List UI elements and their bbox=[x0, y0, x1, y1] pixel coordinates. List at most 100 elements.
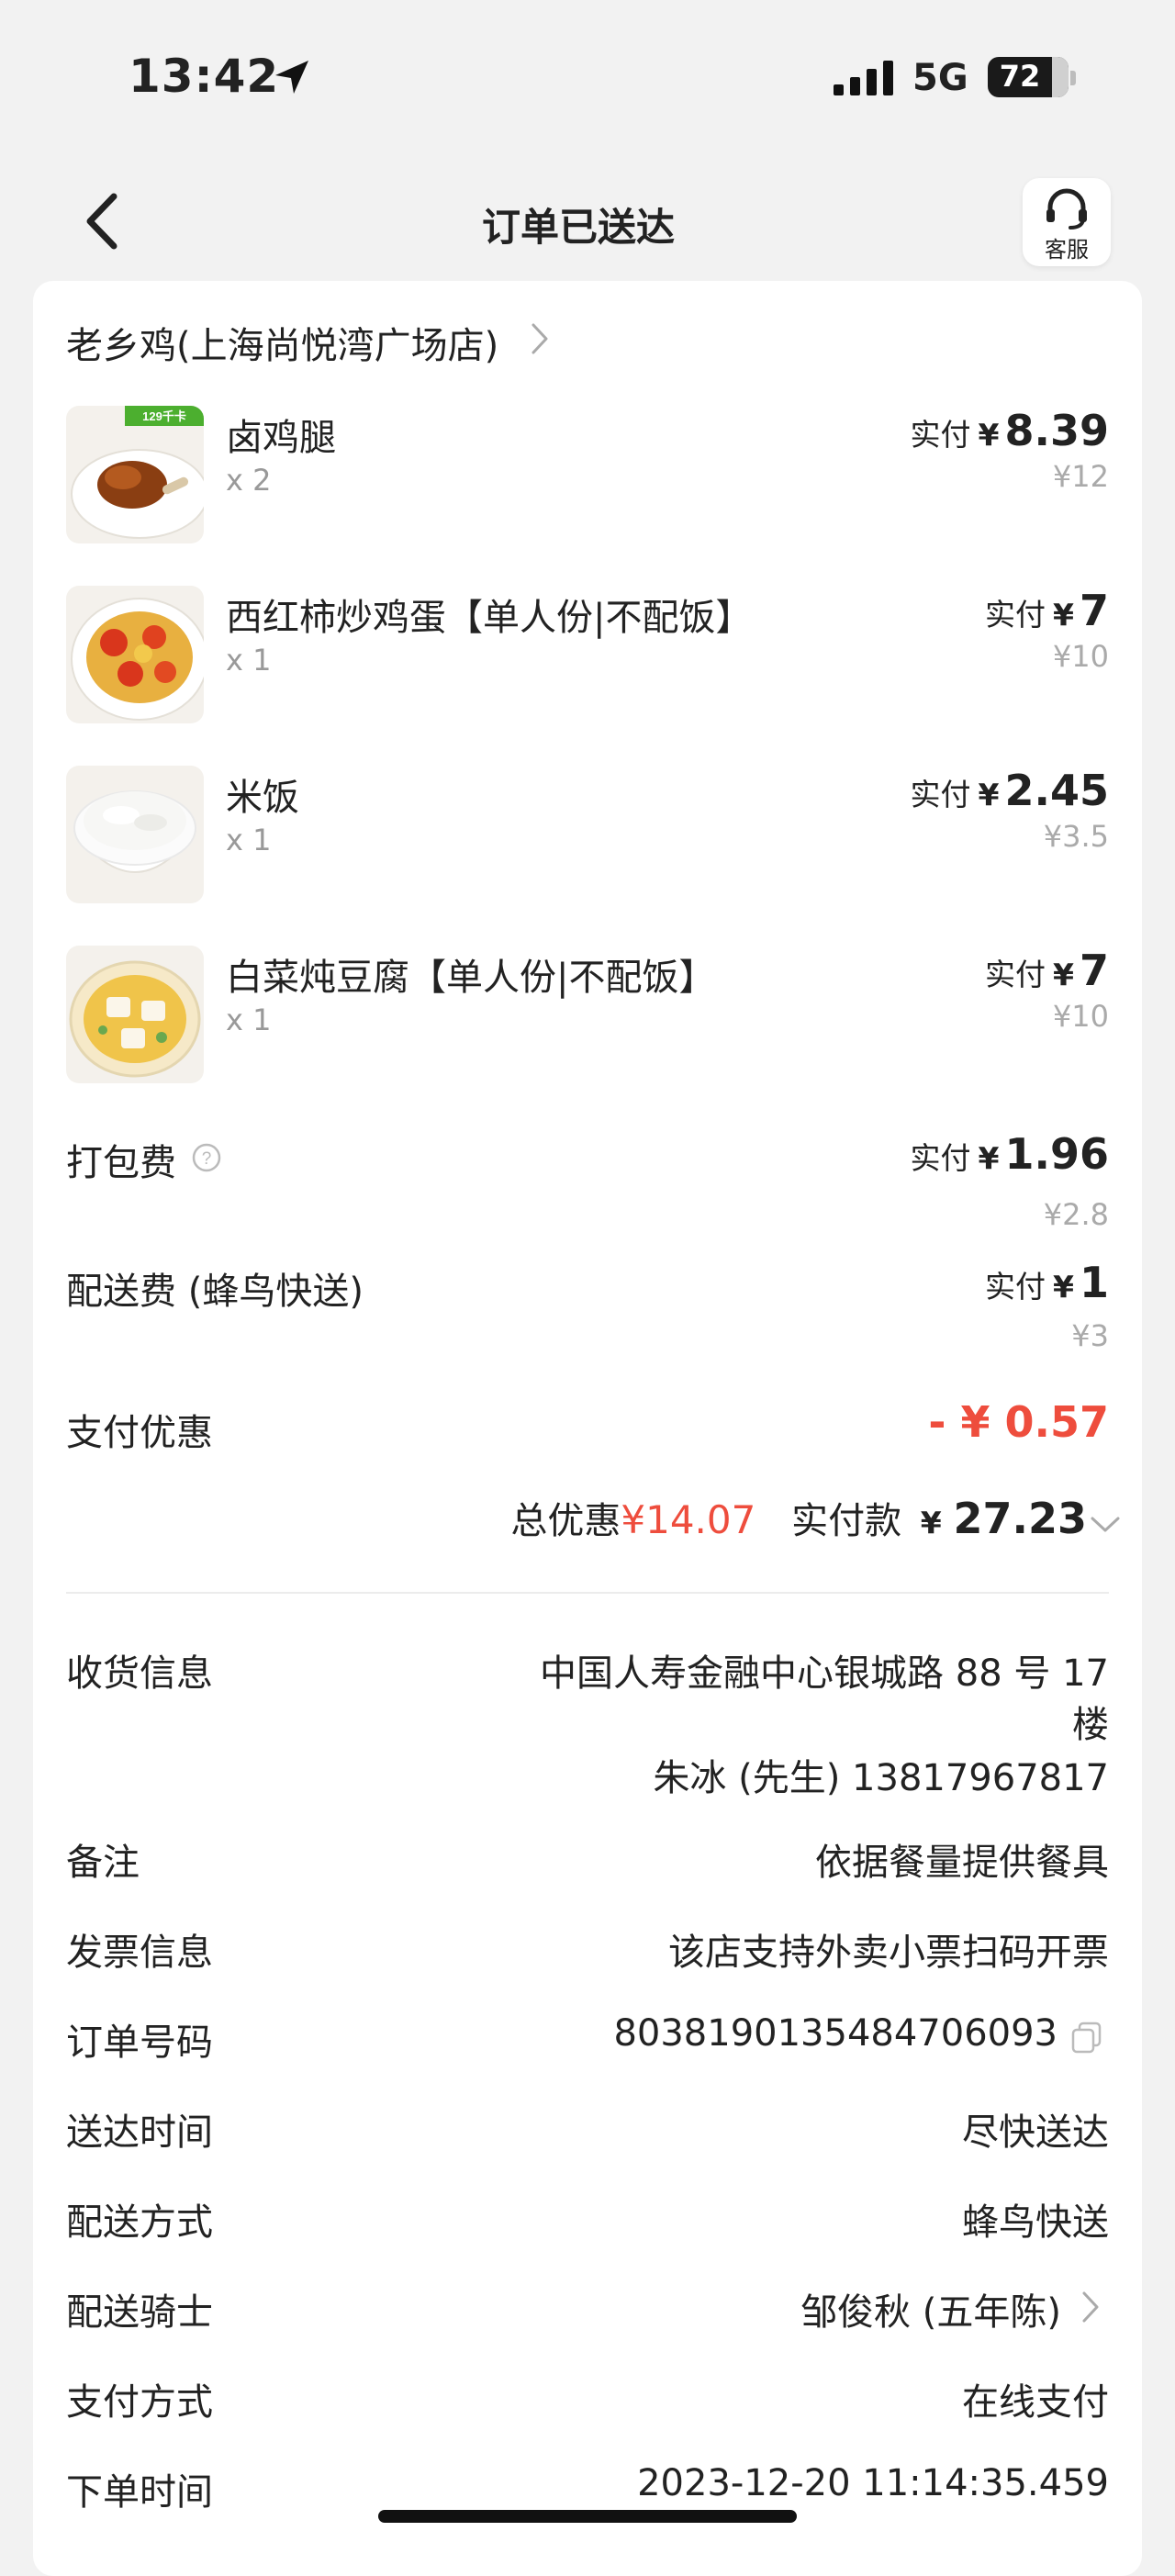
payment-discount-label: 支付优惠 bbox=[66, 1412, 213, 1454]
delivery-fee-label: 配送费 (蜂鸟快送) bbox=[66, 1271, 364, 1313]
nav-bar: 订单已送达 客服 bbox=[0, 156, 1175, 285]
item-name: 白菜炖豆腐【单人份|不配饭】 bbox=[226, 957, 716, 999]
calorie-badge: 129千卡 bbox=[142, 409, 186, 423]
food-image: 129千卡 bbox=[66, 406, 204, 543]
status-bar: 13:42 5G 72 bbox=[0, 0, 1175, 156]
item-name: 西红柿炒鸡蛋【单人份|不配饭】 bbox=[226, 597, 753, 639]
signal-icon bbox=[834, 61, 893, 95]
food-image bbox=[66, 766, 204, 903]
total-discount-value: ¥14.07 bbox=[621, 1497, 756, 1542]
invoice-value: 该店支持外卖小票扫码开票 bbox=[668, 1932, 1109, 1974]
food-image bbox=[66, 946, 204, 1083]
delivery-method-value: 蜂鸟快送 bbox=[962, 2201, 1109, 2244]
paid-total-label: 实付款 bbox=[791, 1500, 902, 1542]
currency-symbol: ¥ bbox=[920, 1505, 942, 1540]
order-item: 米饭 x 1 实付 ¥2.45 ¥3.5 bbox=[33, 766, 1142, 913]
original-price: ¥10 bbox=[1052, 999, 1109, 1034]
divider bbox=[66, 1592, 1109, 1594]
order-number-value: 8038190135484706093 bbox=[613, 2012, 1058, 2055]
invoice-label: 发票信息 bbox=[66, 1932, 213, 1974]
original-price: ¥3.5 bbox=[1043, 819, 1109, 854]
payment-discount-value: - ¥ 0.57 bbox=[928, 1397, 1109, 1447]
item-quantity: x 1 bbox=[226, 823, 272, 857]
original-price: ¥10 bbox=[1052, 639, 1109, 674]
currency-symbol: ¥ bbox=[978, 417, 1000, 453]
address-label: 收货信息 bbox=[66, 1652, 213, 1695]
paid-value: 8.39 bbox=[1004, 406, 1110, 455]
delivery-time-label: 送达时间 bbox=[66, 2111, 213, 2154]
paid-label: 实付 bbox=[985, 957, 1046, 992]
paid-label: 实付 bbox=[985, 1269, 1046, 1305]
chevron-right-icon[interactable] bbox=[529, 321, 551, 356]
currency-symbol: ¥ bbox=[978, 777, 1000, 812]
delivery-time-value: 尽快送达 bbox=[962, 2111, 1109, 2154]
battery-icon: 72 bbox=[988, 57, 1069, 97]
order-totals[interactable]: 总优惠¥14.07 实付款 ¥ 27.23 bbox=[510, 1491, 1087, 1544]
item-name: 卤鸡腿 bbox=[226, 417, 336, 459]
item-paid-price: 实付 ¥7 bbox=[985, 946, 1109, 995]
original-price: ¥12 bbox=[1052, 459, 1109, 494]
item-paid-price: 实付 ¥7 bbox=[985, 586, 1109, 635]
paid-value: 7 bbox=[1079, 586, 1109, 635]
chevron-down-icon[interactable] bbox=[1089, 1515, 1122, 1535]
remark-value: 依据餐量提供餐具 bbox=[815, 1842, 1109, 1884]
item-quantity: x 1 bbox=[226, 1002, 272, 1037]
order-number-label: 订单号码 bbox=[66, 2022, 213, 2064]
chevron-right-icon[interactable] bbox=[1080, 2290, 1102, 2324]
paid-value: 2.45 bbox=[1004, 766, 1110, 815]
order-item: 西红柿炒鸡蛋【单人份|不配饭】 x 1 实付 ¥7 ¥10 bbox=[33, 586, 1142, 733]
help-circle-icon[interactable]: ? bbox=[191, 1142, 222, 1173]
order-item: 129千卡 卤鸡腿 x 2 实付 ¥8.39 ¥12 bbox=[33, 406, 1142, 553]
paid-value: 7 bbox=[1079, 946, 1109, 995]
order-time-value: 2023-12-20 11:14:35.459 bbox=[637, 2462, 1109, 2504]
paid-value: 1.96 bbox=[1004, 1129, 1110, 1179]
home-indicator[interactable] bbox=[378, 2510, 797, 2523]
network-type: 5G bbox=[912, 57, 968, 99]
item-quantity: x 2 bbox=[226, 463, 272, 498]
copy-icon[interactable] bbox=[1069, 2020, 1105, 2056]
currency-symbol: ¥ bbox=[1053, 957, 1074, 992]
order-item: 白菜炖豆腐【单人份|不配饭】 x 1 实付 ¥7 ¥10 bbox=[33, 946, 1142, 1092]
item-name: 米饭 bbox=[226, 777, 299, 819]
currency-symbol: ¥ bbox=[978, 1140, 1000, 1176]
paid-value: 1 bbox=[1079, 1258, 1109, 1307]
order-detail-card: 老乡鸡(上海尚悦湾广场店) 129千卡 卤鸡腿 x 2 实付¥8.39 ¥12 bbox=[33, 281, 1142, 2576]
order-time-label: 下单时间 bbox=[66, 2471, 213, 2514]
location-arrow-icon bbox=[275, 61, 308, 94]
item-quantity: x 1 bbox=[226, 643, 272, 678]
food-image bbox=[66, 586, 204, 723]
rider-value[interactable]: 邹俊秋 (五年陈) bbox=[800, 2282, 1061, 2335]
status-time: 13:42 bbox=[129, 50, 280, 103]
delivery-fee-paid: 实付 ¥1 bbox=[985, 1258, 1109, 1307]
paid-label: 实付 bbox=[910, 777, 971, 812]
address-line1: 中国人寿金融中心银城路 88 号 17 bbox=[540, 1652, 1109, 1695]
headset-icon bbox=[1046, 188, 1087, 230]
customer-service-label: 客服 bbox=[1045, 237, 1089, 263]
rider-label: 配送骑士 bbox=[66, 2291, 213, 2334]
delivery-fee-original: ¥3 bbox=[1071, 1318, 1109, 1353]
packing-fee-original: ¥2.8 bbox=[1043, 1197, 1109, 1232]
contact-info: 朱冰 (先生) 13817967817 bbox=[653, 1757, 1109, 1799]
battery-nub bbox=[1070, 71, 1076, 85]
currency-symbol: ¥ bbox=[1053, 597, 1074, 633]
customer-service-button[interactable]: 客服 bbox=[1023, 178, 1111, 266]
paid-label: 实付 bbox=[985, 597, 1046, 633]
paid-label: 实付 bbox=[910, 417, 971, 453]
paid-label: 实付 bbox=[910, 1140, 971, 1176]
svg-text:?: ? bbox=[202, 1149, 212, 1169]
packing-fee-paid: 实付 ¥1.96 bbox=[911, 1129, 1109, 1179]
paid-total-value: 27.23 bbox=[953, 1494, 1087, 1543]
battery-level: 72 bbox=[999, 59, 1041, 94]
total-discount-label: 总优惠 bbox=[510, 1500, 621, 1542]
store-name[interactable]: 老乡鸡(上海尚悦湾广场店) bbox=[66, 316, 498, 369]
page-title: 订单已送达 bbox=[481, 205, 675, 250]
payment-method-label: 支付方式 bbox=[66, 2381, 213, 2424]
item-paid-price: 实付 ¥8.39 bbox=[911, 406, 1109, 455]
delivery-method-label: 配送方式 bbox=[66, 2201, 213, 2244]
address-line2: 楼 bbox=[1072, 1704, 1109, 1746]
currency-symbol: ¥ bbox=[1053, 1269, 1074, 1305]
payment-method-value: 在线支付 bbox=[962, 2381, 1109, 2424]
packing-fee-label: 打包费 bbox=[66, 1142, 176, 1184]
remark-label: 备注 bbox=[66, 1842, 140, 1884]
item-paid-price: 实付 ¥2.45 bbox=[911, 766, 1109, 815]
